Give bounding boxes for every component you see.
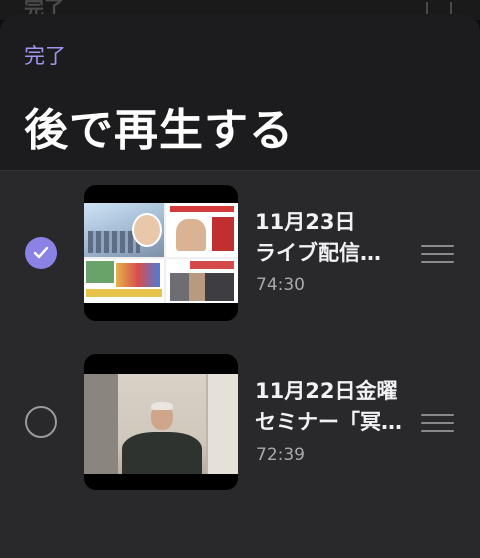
video-duration: 72:39 <box>256 445 305 465</box>
done-button[interactable]: 完了 <box>24 40 66 70</box>
video-thumbnail[interactable] <box>84 354 238 490</box>
thumbnail-image <box>84 374 238 474</box>
video-title: 11月22日金曜 セミナー「冥… <box>255 376 415 438</box>
page-title: 後で再生する <box>24 105 294 156</box>
video-list: 11月23日 ライブ配信… 74:30 11月22日金曜 セミナー「冥… 72:… <box>0 170 480 558</box>
video-title-line1: 11月22日金曜 <box>255 379 398 403</box>
video-title-line1: 11月23日 <box>255 210 356 234</box>
reorder-handle-icon[interactable] <box>421 414 454 432</box>
selection-checkbox[interactable] <box>25 406 57 438</box>
selection-checkbox[interactable] <box>25 237 57 269</box>
video-title-line2: ライブ配信… <box>255 241 381 265</box>
video-title-line2: セミナー「冥… <box>255 410 402 434</box>
thumbnail-image <box>84 203 238 303</box>
list-item[interactable]: 11月23日 ライブ配信… 74:30 <box>0 185 480 335</box>
video-duration: 74:30 <box>256 275 305 295</box>
sheet-header: 完了 後で再生する <box>0 14 480 170</box>
list-item[interactable]: 11月22日金曜 セミナー「冥… 72:39 <box>0 354 480 504</box>
checkmark-icon <box>33 246 49 259</box>
video-title: 11月23日 ライブ配信… <box>255 207 415 269</box>
watch-later-sheet: 完了 後で再生する 11月23日 ライブ配信… 74:30 11月22日金曜 セ… <box>0 14 480 558</box>
reorder-handle-icon[interactable] <box>421 245 454 263</box>
video-thumbnail[interactable] <box>84 185 238 321</box>
screen: 完了 完了 後で再生する 11月23日 ライブ配信… 74:30 11月22日金… <box>0 0 480 558</box>
